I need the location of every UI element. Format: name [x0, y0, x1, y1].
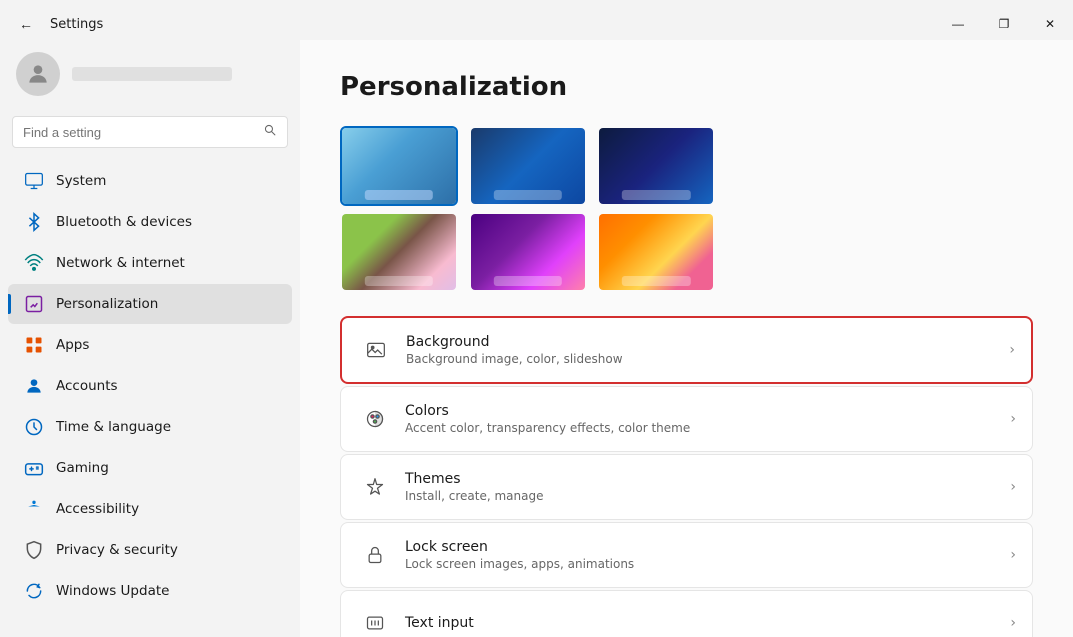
avatar: [16, 52, 60, 96]
sidebar-item-personalization[interactable]: Personalization: [8, 284, 292, 324]
colors-icon: [357, 401, 393, 437]
search-icon: [263, 123, 277, 141]
colors-text: Colors Accent color, transparency effect…: [405, 403, 1010, 435]
titlebar: ← Settings — ❐ ✕: [0, 0, 1073, 40]
textinput-icon: [357, 605, 393, 637]
main-container: System Bluetooth & devices Network & int…: [0, 40, 1073, 637]
sidebar-item-network[interactable]: Network & internet: [8, 243, 292, 283]
themes-desc: Install, create, manage: [405, 489, 1010, 503]
themes-icon: [357, 469, 393, 505]
sidebar-item-system[interactable]: System: [8, 161, 292, 201]
personalization-icon: [24, 294, 44, 314]
wallpaper-item-2[interactable]: [469, 126, 587, 206]
privacy-icon: [24, 540, 44, 560]
settings-item-lockscreen[interactable]: Lock screen Lock screen images, apps, an…: [340, 522, 1033, 588]
content-area: Personalization: [300, 40, 1073, 637]
sidebar-item-accessibility[interactable]: Accessibility: [8, 489, 292, 529]
app-title: Settings: [50, 17, 103, 32]
bluetooth-icon: [24, 212, 44, 232]
colors-desc: Accent color, transparency effects, colo…: [405, 421, 1010, 435]
lockscreen-desc: Lock screen images, apps, animations: [405, 557, 1010, 571]
lockscreen-chevron: ›: [1010, 547, 1016, 563]
sidebar: System Bluetooth & devices Network & int…: [0, 40, 300, 637]
sidebar-item-bluetooth[interactable]: Bluetooth & devices: [8, 202, 292, 242]
wallpaper-item-4[interactable]: [340, 212, 458, 292]
background-desc: Background image, color, slideshow: [406, 352, 1009, 366]
back-button[interactable]: ←: [12, 10, 40, 38]
wallpaper-grid: [340, 126, 720, 292]
themes-chevron: ›: [1010, 479, 1016, 495]
settings-item-colors[interactable]: Colors Accent color, transparency effect…: [340, 386, 1033, 452]
sidebar-nav: System Bluetooth & devices Network & int…: [0, 160, 300, 612]
wallpaper-item-3[interactable]: [597, 126, 715, 206]
lockscreen-icon: [357, 537, 393, 573]
search-container: [0, 112, 300, 160]
wallpaper-item-1[interactable]: [340, 126, 458, 206]
textinput-chevron: ›: [1010, 615, 1016, 631]
gaming-icon: [24, 458, 44, 478]
sidebar-item-privacy[interactable]: Privacy & security: [8, 530, 292, 570]
search-input[interactable]: [23, 125, 255, 140]
network-icon: [24, 253, 44, 273]
sidebar-item-time[interactable]: Time & language: [8, 407, 292, 447]
user-section: [0, 40, 300, 112]
settings-item-themes[interactable]: Themes Install, create, manage ›: [340, 454, 1033, 520]
sidebar-item-gaming[interactable]: Gaming: [8, 448, 292, 488]
settings-item-background[interactable]: Background Background image, color, slid…: [340, 316, 1033, 384]
themes-text: Themes Install, create, manage: [405, 471, 1010, 503]
page-title: Personalization: [340, 72, 1033, 102]
lockscreen-text: Lock screen Lock screen images, apps, an…: [405, 539, 1010, 571]
username-placeholder: [72, 67, 232, 81]
titlebar-left: ← Settings: [0, 10, 103, 38]
apps-icon: [24, 335, 44, 355]
window-controls: — ❐ ✕: [935, 8, 1073, 40]
time-icon: [24, 417, 44, 437]
close-button[interactable]: ✕: [1027, 8, 1073, 40]
sidebar-item-update[interactable]: Windows Update: [8, 571, 292, 611]
settings-list: Background Background image, color, slid…: [340, 316, 1033, 637]
sidebar-item-accounts[interactable]: Accounts: [8, 366, 292, 406]
search-box[interactable]: [12, 116, 288, 148]
update-icon: [24, 581, 44, 601]
accounts-icon: [24, 376, 44, 396]
system-icon: [24, 171, 44, 191]
maximize-button[interactable]: ❐: [981, 8, 1027, 40]
textinput-text: Text input: [405, 615, 1010, 631]
background-text: Background Background image, color, slid…: [406, 334, 1009, 366]
accessibility-icon: [24, 499, 44, 519]
themes-title: Themes: [405, 471, 1010, 487]
lockscreen-title: Lock screen: [405, 539, 1010, 555]
background-chevron: ›: [1009, 342, 1015, 358]
background-title: Background: [406, 334, 1009, 350]
minimize-button[interactable]: —: [935, 8, 981, 40]
background-icon: [358, 332, 394, 368]
sidebar-item-apps[interactable]: Apps: [8, 325, 292, 365]
wallpaper-item-5[interactable]: [469, 212, 587, 292]
textinput-title: Text input: [405, 615, 1010, 631]
wallpaper-item-6[interactable]: [597, 212, 715, 292]
colors-title: Colors: [405, 403, 1010, 419]
colors-chevron: ›: [1010, 411, 1016, 427]
settings-item-textinput[interactable]: Text input ›: [340, 590, 1033, 637]
